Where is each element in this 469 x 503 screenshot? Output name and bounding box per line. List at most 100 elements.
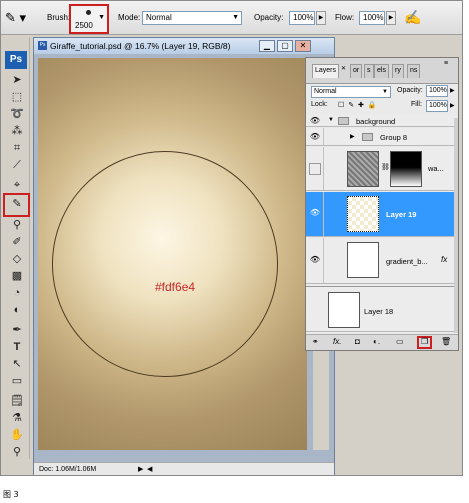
layer-row-gradient[interactable]: 👁 gradient_b... fx [306, 238, 458, 284]
airbrush-icon[interactable]: ✍ [404, 9, 421, 26]
layer-name: Layer 18 [364, 307, 394, 316]
mode-label: Mode: [118, 13, 141, 22]
opacity-value: 100% [293, 13, 314, 22]
new-group-icon[interactable]: ▭ [396, 337, 404, 346]
divider [323, 147, 324, 190]
layer-row-group8[interactable]: 👁 ▶ Group 8 [306, 128, 458, 146]
crop-tool-icon[interactable]: ⌗ [8, 141, 26, 155]
eyedropper-tool-icon[interactable]: ⚗ [8, 411, 26, 425]
status-bar: Doc: 1.06M/1.06M ▶ ◀ [34, 462, 334, 475]
layer-name: background [356, 117, 396, 126]
magic-wand-tool-icon[interactable]: ⁂ [8, 124, 26, 138]
new-layer-icon[interactable]: ❐ [421, 337, 428, 346]
layer-row-layer18[interactable]: Layer 18 [306, 286, 458, 332]
marquee-tool-icon[interactable]: ⬚ [8, 90, 26, 104]
scroll-left-icon[interactable]: ◀ [147, 463, 152, 475]
photoshop-logo[interactable]: Ps [5, 51, 27, 69]
add-mask-icon[interactable]: ◘ [355, 337, 360, 346]
layer-row-background[interactable]: 👁 ▼ background [306, 115, 458, 127]
tab-actions[interactable]: ns [407, 64, 421, 78]
gradient-tool-icon[interactable]: ▩ [8, 269, 26, 283]
maximize-button[interactable]: ▢ [277, 40, 293, 52]
adjustment-layer-icon[interactable]: ◐. [373, 337, 380, 346]
eye-visibility-box[interactable] [309, 163, 321, 175]
blend-mode-value: Normal [314, 88, 337, 95]
eye-icon[interactable]: 👁 [309, 116, 321, 126]
collapse-arrow-icon[interactable]: ▼ [328, 117, 334, 123]
layer-opacity-input[interactable]: 100% [426, 85, 448, 97]
panel-menu-icon[interactable]: ≡ [444, 60, 448, 67]
opacity-input[interactable]: 100% [289, 11, 315, 25]
notes-tool-icon[interactable]: 🗒 [8, 394, 26, 408]
layer-thumbnail [347, 196, 379, 232]
document-window: Ps Giraffe_tutorial.psd @ 16.7% (Layer 1… [33, 37, 335, 475]
opacity-slider-arrow-icon[interactable]: ▶ [450, 87, 455, 94]
link-layers-icon[interactable]: ⚭ [312, 337, 319, 346]
zoom-tool-icon[interactable]: ⚲ [8, 445, 26, 459]
opacity-label: Opacity: [254, 13, 284, 22]
add-style-icon[interactable]: fx. [333, 337, 341, 346]
fill-slider-arrow-icon[interactable]: ▶ [450, 102, 455, 109]
fill-input[interactable]: 100% [426, 100, 448, 112]
chain-link-icon[interactable]: ⛓ [381, 163, 390, 171]
brush-size: 2500 [75, 21, 93, 30]
flow-value: 100% [363, 13, 384, 22]
layer-mask-thumbnail[interactable] [390, 151, 422, 187]
layers-scrollbar[interactable] [454, 118, 458, 333]
brush-tool-icon[interactable]: ✎ [8, 197, 26, 211]
toolbox: Ps ➤ ⬚ ➰ ⁂ ⌗ ⟋ ⌖ ✎ ⚲ ✐ ◇ ▩ ◔ ◐ ✒ T ↖ ▭ 🗒… [3, 37, 30, 459]
move-tool-icon[interactable]: ➤ [8, 73, 26, 87]
hand-tool-icon[interactable]: ✋ [8, 428, 26, 442]
tab-swatches[interactable]: s [364, 64, 374, 78]
minimize-button[interactable]: ▁ [259, 40, 275, 52]
brush-preview-icon [86, 10, 91, 15]
close-tab-icon[interactable]: ✕ [341, 65, 346, 72]
flow-slider-button[interactable]: ▶ [386, 11, 396, 25]
layer-thumbnail [328, 292, 360, 328]
divider [323, 192, 324, 236]
layer-opacity-label: Opacity: [397, 87, 423, 94]
close-button[interactable]: ✕ [295, 40, 311, 52]
layers-panel-footer: ⚭ fx. ◘ ◐. ▭ ❐ 🗑 [306, 334, 458, 350]
lasso-tool-icon[interactable]: ➰ [8, 107, 26, 121]
expand-arrow-icon[interactable]: ▶ [350, 133, 355, 140]
layer-name: wa... [428, 164, 444, 173]
brush-picker[interactable]: 2500 ▼ [69, 4, 109, 34]
history-brush-tool-icon[interactable]: ✐ [8, 235, 26, 249]
layer-row-wa[interactable]: ⛓ wa... [306, 147, 458, 191]
doc-size-status: Doc: 1.06M/1.06M [39, 466, 97, 473]
eye-icon[interactable]: 👁 [309, 132, 321, 142]
tab-layers[interactable]: Layers [312, 64, 340, 78]
tab-channels[interactable]: els [374, 64, 389, 78]
eraser-tool-icon[interactable]: ◇ [8, 252, 26, 266]
trash-icon[interactable]: 🗑 [441, 337, 451, 346]
fill-label: Fill: [411, 101, 422, 108]
flow-input[interactable]: 100% [359, 11, 385, 25]
canvas[interactable]: #fdf6e4 [38, 58, 307, 450]
healing-brush-tool-icon[interactable]: ⌖ [8, 178, 26, 192]
chevron-down-icon: ▼ [98, 14, 105, 21]
eye-icon[interactable]: 👁 [309, 255, 321, 265]
type-tool-icon[interactable]: T [8, 340, 26, 354]
folder-icon [338, 117, 349, 125]
layer-name: gradient_b... [386, 257, 428, 266]
dodge-tool-icon[interactable]: ◐ [8, 303, 26, 317]
slice-tool-icon[interactable]: ⟋ [8, 158, 26, 172]
mode-select[interactable]: Normal ▼ [142, 11, 242, 25]
tab-colors[interactable]: or [350, 64, 363, 78]
layer-row-layer19[interactable]: 👁 Layer 19 [306, 192, 458, 237]
tab-history[interactable]: ry [392, 64, 404, 78]
layer-effects-icon[interactable]: fx [441, 255, 447, 264]
brush-tool-icon[interactable]: ✎ ▾ [5, 10, 31, 26]
flow-label: Flow: [335, 13, 355, 22]
clone-stamp-tool-icon[interactable]: ⚲ [8, 218, 26, 232]
status-menu-arrow-icon[interactable]: ▶ [138, 463, 143, 475]
path-selection-tool-icon[interactable]: ↖ [8, 357, 26, 371]
eye-icon[interactable]: 👁 [309, 208, 321, 218]
blend-mode-select[interactable]: Normal ▼ [311, 86, 391, 98]
blur-tool-icon[interactable]: ◔ [8, 286, 26, 300]
pen-tool-icon[interactable]: ✒ [8, 323, 26, 337]
shape-tool-icon[interactable]: ▭ [8, 374, 26, 388]
lock-options-icons[interactable]: ☐ ✎ ✚ 🔒 [338, 101, 378, 109]
opacity-slider-button[interactable]: ▶ [316, 11, 326, 25]
